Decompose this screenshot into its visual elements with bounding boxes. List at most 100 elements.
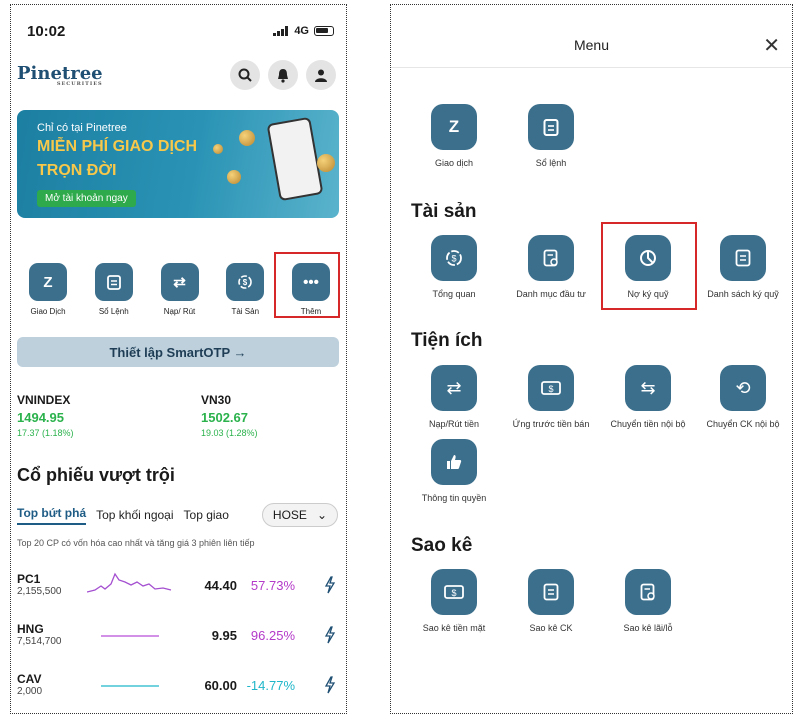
status-bar: 10:02 4G [27, 21, 334, 41]
menu-item-label: Sao kê CK [529, 623, 573, 633]
menu-item-label: Sao kê lãi/lỗ [623, 623, 673, 633]
status-indicators: 4G [273, 25, 334, 37]
menu-item-orderbook[interactable]: Sổ lệnh [501, 104, 601, 168]
menu-item-label: Ứng trước tiền bán [512, 419, 590, 429]
stock-volume: 2,000 [17, 686, 43, 698]
menu-item-cash-advance[interactable]: $ Ứng trước tiền bán [501, 365, 601, 429]
stock-row[interactable]: HNG 7,514,700 9.95 96.25% [17, 617, 338, 653]
sparkline [101, 635, 159, 637]
tab-top-breakout[interactable]: Top bứt phá [17, 506, 87, 525]
menu-item-stock-statement[interactable]: Sao kê CK [501, 569, 601, 633]
smart-otp-button[interactable]: Thiết lập SmartOTP → [17, 337, 339, 367]
menu-item-internal-stock-transfer[interactable]: ⟲ Chuyển CK nội bộ [693, 365, 792, 429]
stock-volume: 2,155,500 [17, 586, 62, 598]
menu-item-label: Danh mục đầu tư [516, 289, 586, 299]
menu-title: Menu [573, 37, 610, 53]
svg-text:$: $ [548, 384, 553, 394]
menu-screen: Menu ✕ Z Giao dịch Sổ lệnh Tài sản $ Tổn… [390, 4, 793, 714]
menu-item-cash-statement[interactable]: $ Sao kê tiền mặt [404, 569, 504, 633]
index-name: VN30 [201, 393, 232, 407]
divider [391, 67, 792, 68]
exchange-select[interactable]: HOSE ⌄ [261, 503, 338, 527]
search-icon[interactable] [230, 60, 260, 90]
asset-icon: $ [226, 263, 265, 301]
tab-top-foreign[interactable]: Top khối ngoại [96, 508, 173, 522]
promo-banner[interactable]: Chỉ có tại Pinetree MIỄN PHÍ GIAO DỊCH T… [17, 110, 339, 218]
quick-action-trade[interactable]: Z Giao Dịch [21, 263, 75, 316]
stock-row[interactable]: CAV 2,000 60.00 -14.77% [17, 667, 338, 703]
group-title-statements: Sao kê [411, 535, 473, 556]
quick-action-orderbook[interactable]: Sổ Lệnh [87, 263, 141, 316]
coin-icon [213, 144, 223, 154]
stock-statement-icon [528, 569, 574, 615]
menu-item-label: Sao kê tiền mặt [422, 623, 486, 633]
sparkline [87, 572, 172, 593]
internal-transfer-icon: ⇆ [625, 365, 671, 411]
menu-item-label: Nạp/Rút tiền [428, 419, 480, 429]
index-name: VNINDEX [17, 393, 71, 407]
bell-icon[interactable] [268, 60, 298, 90]
stock-transfer-icon: ⟲ [720, 365, 766, 411]
menu-item-internal-cash-transfer[interactable]: ⇆ Chuyển tiền nội bộ [598, 365, 698, 429]
menu-item-pnl-statement[interactable]: Sao kê lãi/lỗ [598, 569, 698, 633]
quick-action-label: Nạp/ Rút [163, 307, 196, 316]
svg-text:$: $ [243, 278, 248, 287]
banner-headline-2: TRỌN ĐỜI [37, 162, 117, 179]
stock-row[interactable]: PC1 2,155,500 44.40 57.73% [17, 567, 338, 603]
menu-item-label: Sổ lệnh [535, 158, 567, 168]
stock-price: 9.95 [211, 627, 237, 643]
home-screen: 10:02 4G Pinetree SECURITIES Chỉ có tại … [10, 4, 347, 714]
exchange-value: HOSE [272, 508, 307, 522]
menu-item-label: Chuyển CK nội bộ [706, 419, 780, 429]
menu-item-label: Danh sách ký quỹ [707, 289, 779, 299]
menu-item-portfolio[interactable]: Danh mục đầu tư [501, 235, 601, 299]
coin-icon [227, 170, 241, 184]
group-title-utilities: Tiện ích [411, 330, 483, 351]
index-vn30[interactable]: VN30 1502.67 19.03 (1.28%) [201, 393, 258, 438]
menu-item-overview[interactable]: $ Tổng quan [404, 235, 504, 299]
advance-icon: $ [528, 365, 574, 411]
menu-item-label: Thông tin quyền [421, 493, 487, 503]
lightning-icon[interactable] [322, 626, 338, 644]
status-time: 10:02 [27, 22, 66, 40]
stock-price: 60.00 [204, 677, 237, 693]
quick-action-label: Tài Sản [231, 307, 260, 316]
stock-change: 57.73% [250, 577, 295, 593]
close-icon[interactable]: ✕ [763, 33, 780, 58]
quick-action-label: Sổ Lệnh [98, 307, 129, 316]
menu-item-rights-info[interactable]: Thông tin quyền [404, 439, 504, 503]
index-change: 19.03 (1.28%) [201, 428, 258, 438]
tab-top-trading[interactable]: Top giao [184, 508, 229, 522]
index-value: 1494.95 [17, 410, 64, 425]
stock-volume: 7,514,700 [17, 636, 62, 648]
svg-text:$: $ [451, 588, 456, 598]
menu-item-deposit-withdraw[interactable]: ⇄ Nạp/Rút tiền [404, 365, 504, 429]
highlight-box [274, 252, 340, 318]
menu-item-margin-list[interactable]: Danh sách ký quỹ [693, 235, 792, 299]
transfer-icon: ⇄ [431, 365, 477, 411]
quick-action-asset[interactable]: $ Tài Sản [218, 263, 272, 316]
lightning-icon[interactable] [322, 576, 338, 594]
trade-icon: Z [29, 263, 67, 301]
trade-icon: Z [431, 104, 477, 150]
banner-subtitle: Chỉ có tại Pinetree [37, 122, 127, 134]
margin-list-icon [720, 235, 766, 281]
quick-action-label: Giao Dịch [30, 307, 66, 316]
chevron-down-icon: ⌄ [316, 508, 327, 522]
open-account-button[interactable]: Mở tài khoản ngay [37, 190, 136, 207]
stock-change: 96.25% [250, 627, 295, 643]
orderbook-icon [94, 263, 133, 301]
menu-item-trade[interactable]: Z Giao dịch [404, 104, 504, 168]
lightning-icon[interactable] [322, 676, 338, 694]
menu-item-label: Chuyển tiền nội bộ [610, 419, 686, 429]
section-title: Cổ phiếu vượt trội [17, 465, 175, 485]
menu-item-label: Tổng quan [432, 289, 476, 299]
orderbook-icon [528, 104, 574, 150]
user-icon[interactable] [306, 60, 336, 90]
group-title-assets: Tài sản [411, 201, 477, 222]
index-value: 1502.67 [201, 410, 248, 425]
index-vnindex[interactable]: VNINDEX 1494.95 17.37 (1.18%) [17, 393, 74, 438]
stock-tabs: Top bứt phá Top khối ngoại Top giao HOSE… [17, 503, 338, 527]
portfolio-icon [528, 235, 574, 281]
quick-action-transfer[interactable]: ⇄ Nạp/ Rút [153, 263, 207, 316]
